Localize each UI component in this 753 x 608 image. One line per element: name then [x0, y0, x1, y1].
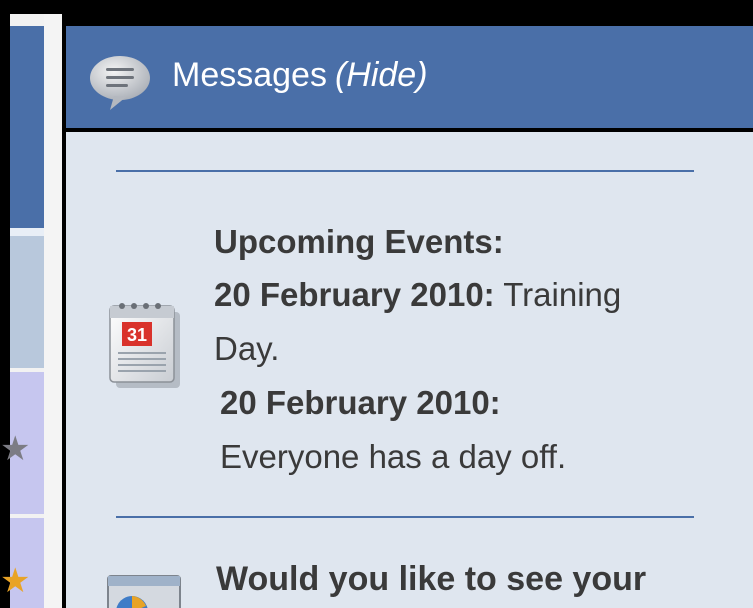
promo-text[interactable]: Would you like to see your [216, 560, 646, 599]
report-icon [102, 570, 192, 608]
left-sidebar-strip: ★ ★ [0, 14, 44, 608]
event-date: 20 February 2010: [214, 276, 495, 313]
panel-title-text: Messages [172, 56, 327, 94]
event-text: Everyone has a day off. [220, 438, 567, 475]
hide-link[interactable]: (Hide) [335, 56, 428, 94]
sidebar-separator [10, 228, 44, 236]
event-item: 20 February 2010: Training Day. [214, 268, 694, 376]
sidebar-segment-active[interactable] [10, 26, 44, 228]
panel-gutter [44, 14, 62, 608]
divider [116, 170, 694, 172]
panel-title: Messages (Hide) [172, 56, 428, 95]
chat-bubble-icon [88, 52, 152, 117]
calendar-icon: 31 [106, 298, 188, 395]
calendar-day: 31 [127, 325, 147, 345]
messages-body: 31 Upcoming Events: 20 February 2010: Tr… [66, 132, 753, 608]
messages-panel: Messages (Hide) 31 Upcoming Events: 20 F… [62, 22, 753, 608]
events-heading: Upcoming Events: [214, 223, 504, 260]
upcoming-events: Upcoming Events: 20 February 2010: Train… [214, 216, 714, 484]
star-icon: ★ [0, 429, 31, 469]
event-item: 20 February 2010: Everyone has a day off. [220, 376, 690, 484]
sidebar-segment[interactable] [10, 236, 44, 368]
event-date: 20 February 2010: [220, 384, 501, 421]
screenshot-frame: ★ ★ Messages (Hide) 31 Upcoming Events: … [0, 0, 753, 608]
divider [116, 516, 694, 518]
messages-header: Messages (Hide) [66, 26, 753, 128]
star-icon: ★ [0, 561, 31, 601]
